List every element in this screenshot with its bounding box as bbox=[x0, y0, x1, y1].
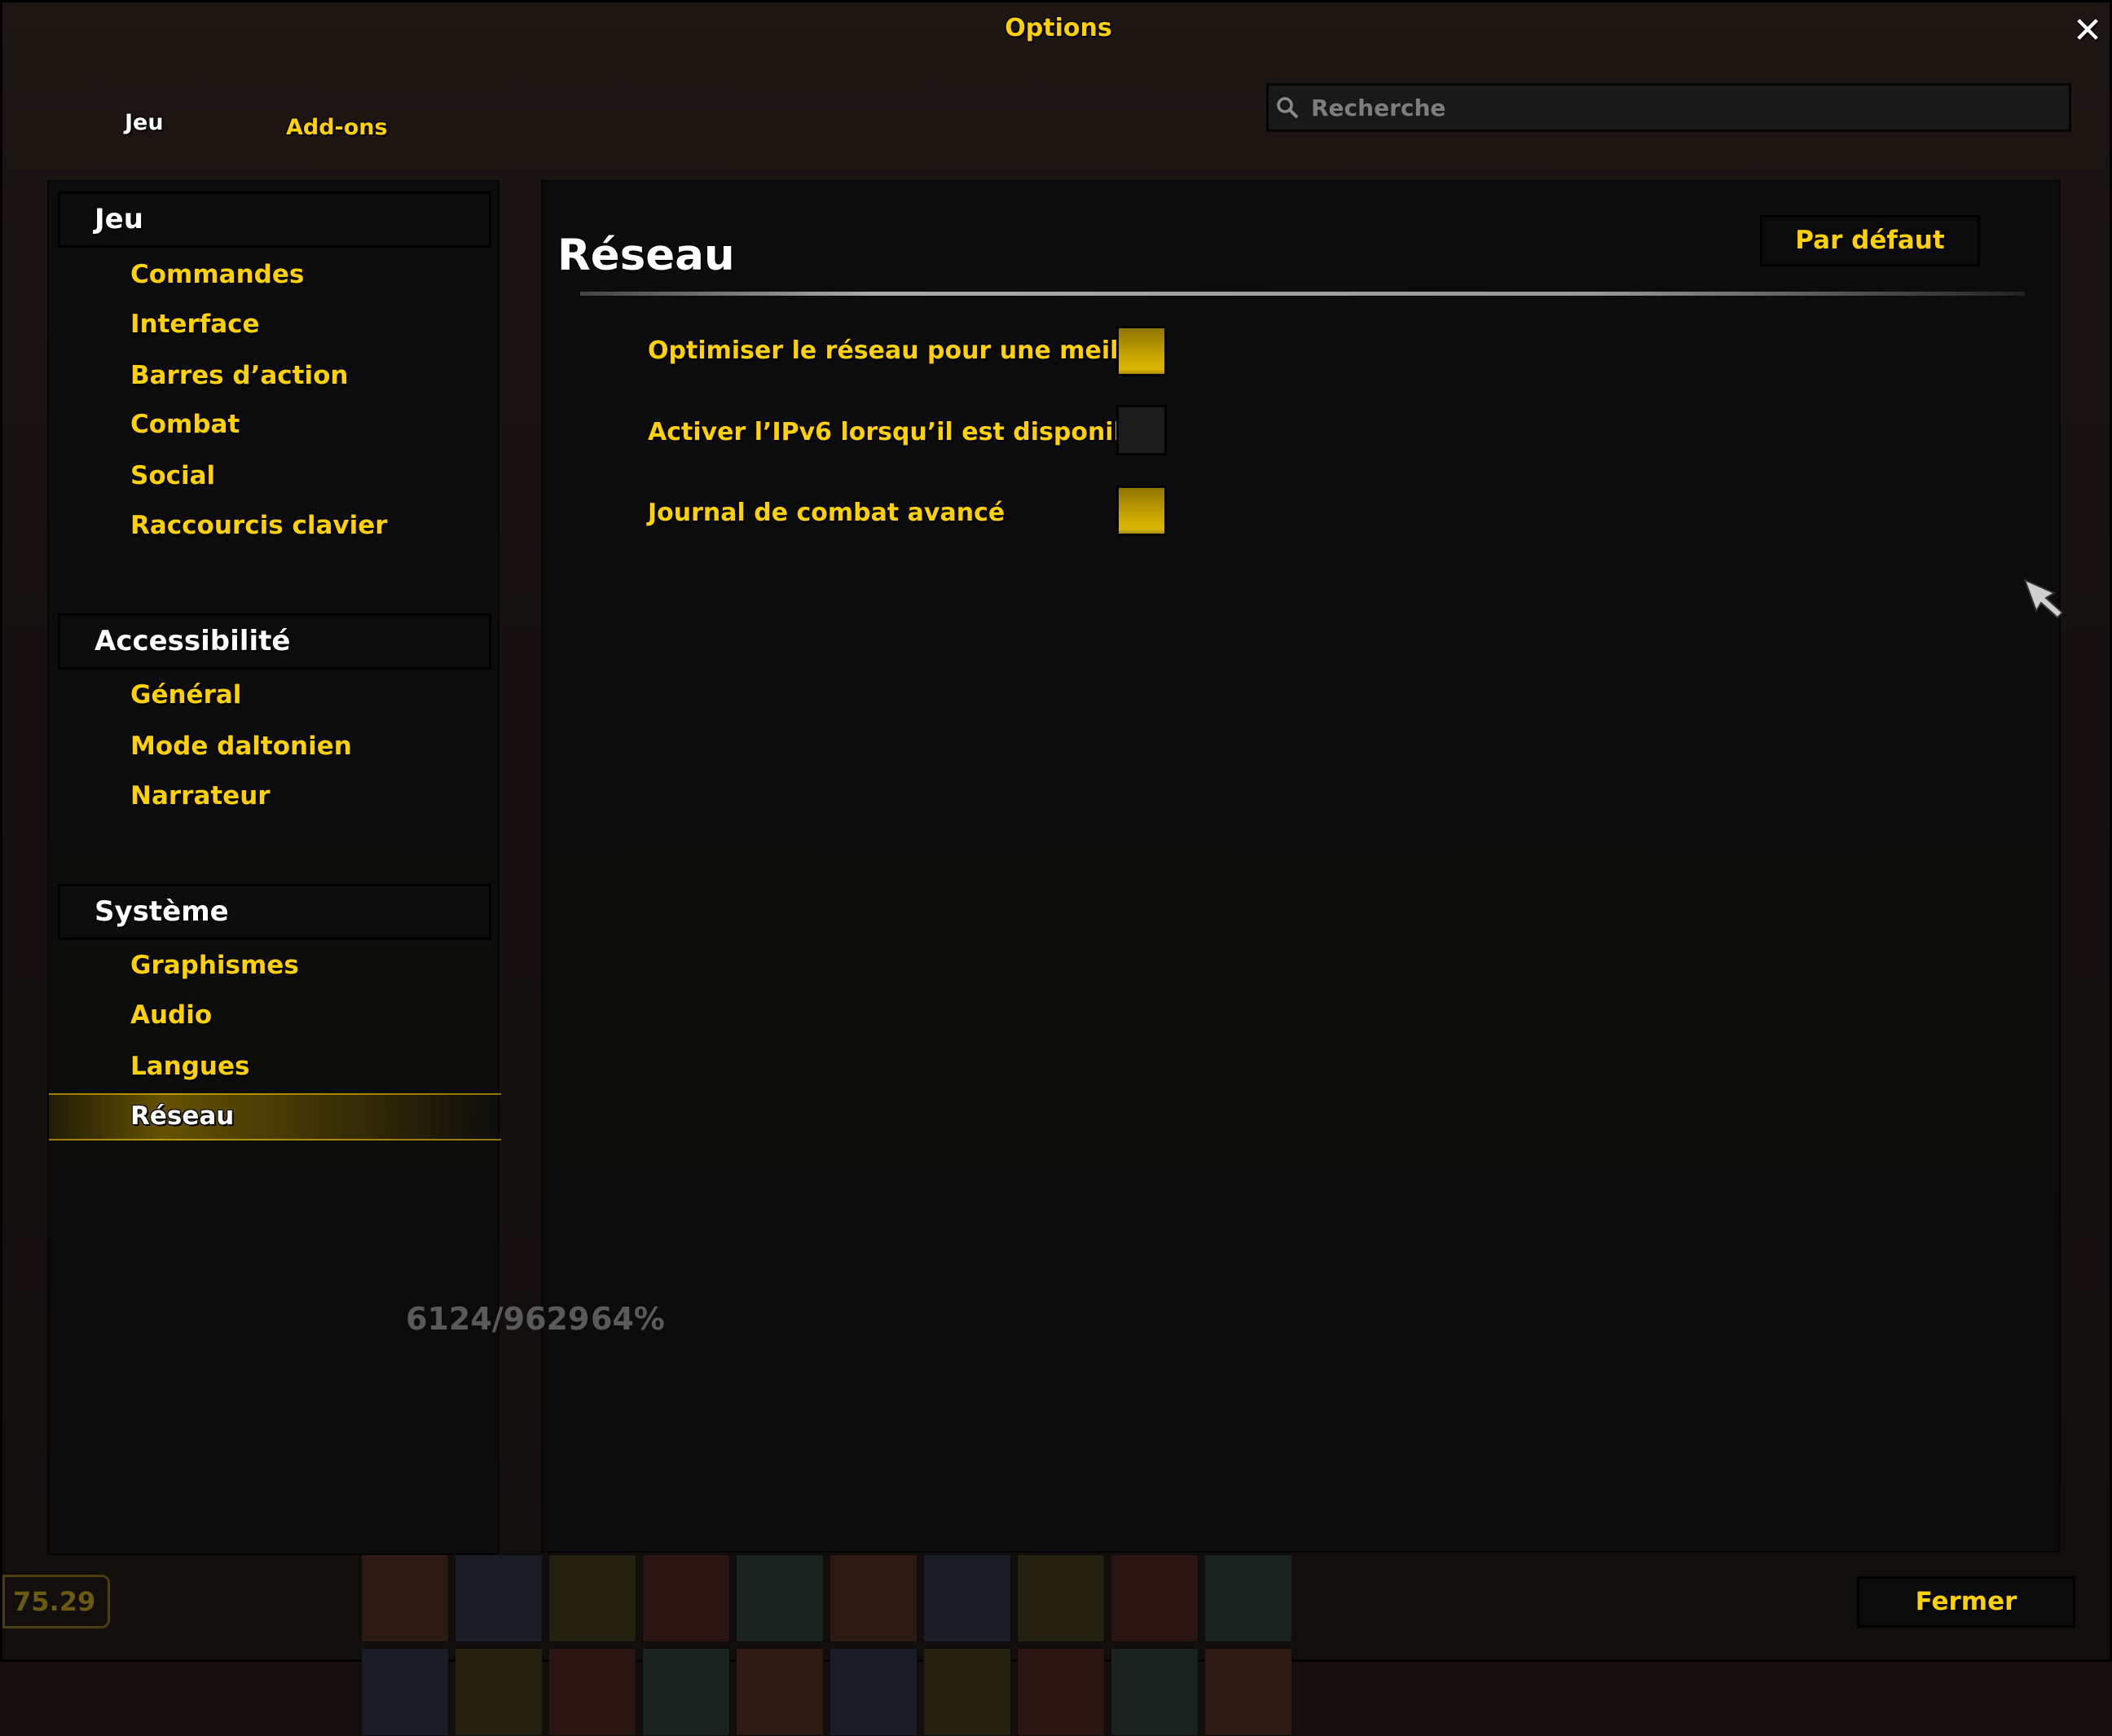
setting-label-optimize-network: Optimiser le réseau pour une meill… bbox=[648, 336, 1151, 365]
action-bar-slot bbox=[642, 1648, 730, 1736]
action-bar-slot bbox=[1204, 1554, 1292, 1642]
action-bar-slot bbox=[1017, 1648, 1105, 1736]
sidebar-item-combat[interactable]: Combat bbox=[130, 407, 240, 442]
action-bar-slot bbox=[923, 1648, 1011, 1736]
tab-addons[interactable]: Add-ons bbox=[286, 115, 388, 140]
action-bar-slot bbox=[642, 1554, 730, 1642]
action-bar-slot bbox=[548, 1648, 636, 1736]
bg-level-badge: 75.29 bbox=[2, 1575, 110, 1628]
search-input[interactable] bbox=[1309, 93, 2046, 122]
checkbox-optimize-network[interactable] bbox=[1116, 326, 1167, 376]
action-bar-slot bbox=[455, 1648, 543, 1736]
action-bar-slot bbox=[1111, 1648, 1199, 1736]
category-header-systeme: Système bbox=[58, 884, 491, 940]
action-bar-slot bbox=[1017, 1554, 1105, 1642]
title-divider bbox=[580, 292, 2025, 296]
sidebar-item-interface[interactable]: Interface bbox=[130, 306, 260, 342]
sidebar-item-audio[interactable]: Audio bbox=[130, 997, 212, 1033]
sidebar-item-commandes[interactable]: Commandes bbox=[130, 257, 304, 292]
action-bar-slot bbox=[829, 1554, 917, 1642]
action-bar-slot bbox=[829, 1648, 917, 1736]
action-bar-slot bbox=[923, 1554, 1011, 1642]
window-title: Options bbox=[1005, 14, 1112, 42]
sidebar-item-social[interactable]: Social bbox=[130, 458, 215, 494]
close-button[interactable]: Fermer bbox=[1857, 1576, 2075, 1628]
selected-item-highlight bbox=[49, 1093, 501, 1140]
action-bar-slot bbox=[361, 1648, 449, 1736]
sidebar-item-barres-action[interactable]: Barres d’action bbox=[130, 358, 348, 393]
default-button[interactable]: Par défaut bbox=[1760, 215, 1980, 266]
setting-label-advanced-combat-log: Journal de combat avancé bbox=[648, 499, 1005, 527]
category-sidebar: Jeu Commandes Interface Barres d’action … bbox=[47, 180, 501, 1555]
sidebar-item-langues[interactable]: Langues bbox=[130, 1048, 249, 1084]
page-title: Réseau bbox=[557, 231, 735, 280]
sidebar-item-raccourcis-clavier[interactable]: Raccourcis clavier bbox=[130, 508, 388, 543]
category-header-jeu: Jeu bbox=[58, 191, 491, 248]
setting-label-ipv6: Activer l’IPv6 lorsqu’il est disponible bbox=[648, 418, 1156, 446]
search-box[interactable] bbox=[1266, 83, 2071, 132]
bg-percent-text: 64% bbox=[591, 1301, 665, 1337]
close-x-icon[interactable]: ✕ bbox=[2069, 12, 2106, 50]
sidebar-item-mode-daltonien[interactable]: Mode daltonien bbox=[130, 728, 352, 764]
action-bar-slot bbox=[1204, 1648, 1292, 1736]
mouse-cursor-icon bbox=[2023, 578, 2064, 619]
checkbox-ipv6[interactable] bbox=[1116, 405, 1167, 455]
tab-jeu[interactable]: Jeu bbox=[125, 110, 164, 135]
action-bar-slot bbox=[455, 1554, 543, 1642]
options-window: 75.29 Options ✕ Jeu Add-ons Jeu Commande… bbox=[0, 0, 2112, 1736]
category-header-accessibilite: Accessibilité bbox=[58, 613, 491, 670]
settings-panel: Réseau Par défaut Optimiser le réseau po… bbox=[541, 180, 2061, 1553]
bg-resource-text: 6124/9629 bbox=[406, 1301, 590, 1337]
search-icon bbox=[1277, 97, 1299, 119]
checkbox-advanced-combat-log[interactable] bbox=[1116, 486, 1167, 536]
action-bar-slot bbox=[361, 1554, 449, 1642]
action-bar-slot bbox=[548, 1554, 636, 1642]
sidebar-item-general[interactable]: Général bbox=[130, 677, 241, 713]
action-bar-slot bbox=[736, 1648, 824, 1736]
action-bar-slot bbox=[1111, 1554, 1199, 1642]
sidebar-item-narrateur[interactable]: Narrateur bbox=[130, 778, 271, 814]
sidebar-item-graphismes[interactable]: Graphismes bbox=[130, 947, 299, 983]
sidebar-item-reseau[interactable]: Réseau bbox=[130, 1098, 234, 1134]
action-bar-slot bbox=[736, 1554, 824, 1642]
